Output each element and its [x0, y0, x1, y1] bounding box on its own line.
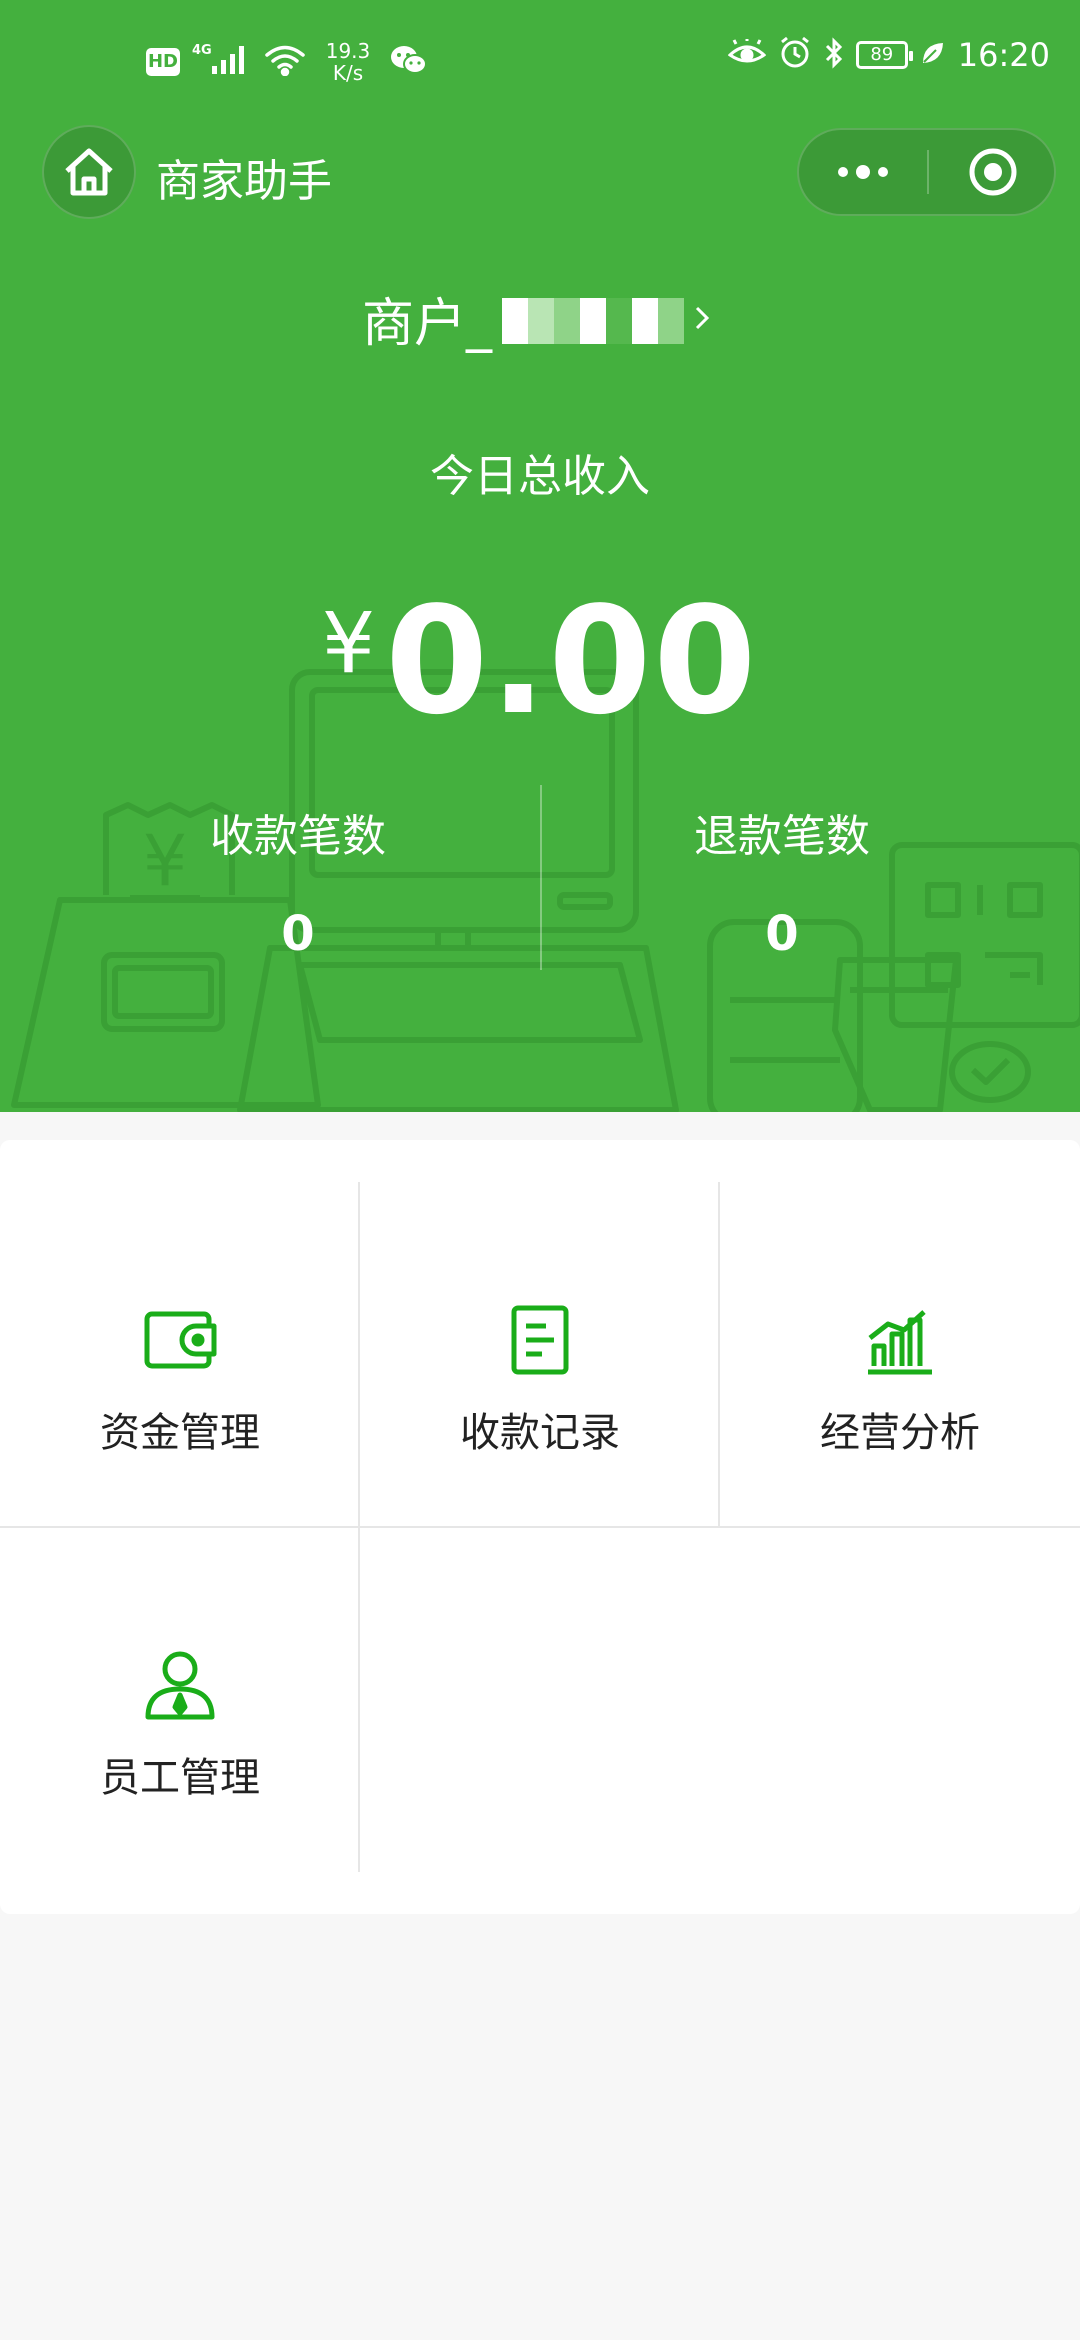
more-button[interactable]: [799, 130, 927, 214]
signal-icon: 4G: [192, 42, 252, 82]
hd-badge: HD: [146, 48, 180, 76]
more-dots-icon: [838, 165, 888, 179]
grid-divider: [718, 1182, 720, 1527]
home-icon: [65, 148, 113, 196]
grid-divider: [0, 1526, 1080, 1528]
payment-count-value: 0: [281, 906, 315, 962]
status-left: HD 4G 19.3 K/s: [146, 40, 428, 84]
bluetooth-icon: [824, 36, 844, 74]
net-speed: 19.3 K/s: [318, 40, 378, 84]
eye-icon: [727, 37, 767, 71]
status-bar: HD 4G 19.3 K/s 89 16:20: [0, 30, 1080, 100]
document-icon: [511, 1305, 569, 1375]
battery-indicator: 89: [855, 41, 913, 69]
wallet-icon: [144, 1311, 217, 1369]
function-menu-grid: 资金管理 收款记录 经营分析 员工管理: [0, 1140, 1080, 1914]
refund-count-value: 0: [765, 906, 799, 962]
menu-item-label: 员工管理: [100, 1755, 260, 1801]
net-speed-unit: K/s: [332, 61, 364, 85]
menu-item-label: 收款记录: [460, 1410, 620, 1456]
today-income-label: 今日总收入: [430, 451, 650, 502]
staff-icon: [145, 1651, 215, 1720]
clock-time: 16:20: [957, 36, 1050, 74]
chevron-right-icon: [695, 306, 710, 330]
today-income-amount: ¥0.00: [0, 575, 1080, 747]
page-title: 商家助手: [156, 156, 332, 207]
merchant-name: 商户_: [362, 293, 493, 354]
wifi-icon: [264, 44, 306, 80]
payment-count-stat: 收款笔数 0: [118, 800, 478, 962]
currency-symbol: ¥: [321, 594, 376, 692]
amount-value: 0.00: [385, 575, 759, 747]
menu-item-business-analysis[interactable]: 经营分析: [720, 1182, 1080, 1527]
mini-program-capsule: [797, 128, 1056, 216]
menu-item-label: 资金管理: [100, 1410, 260, 1456]
redacted-merchant-id: [502, 298, 685, 344]
payment-count-label: 收款笔数: [210, 811, 386, 862]
menu-item-staff-management[interactable]: 员工管理: [0, 1527, 360, 1872]
leaf-icon: [920, 40, 946, 70]
net-speed-value: 19.3: [325, 39, 371, 63]
menu-item-label: 经营分析: [820, 1410, 980, 1456]
refund-count-stat: 退款笔数 0: [602, 800, 962, 962]
wechat-icon: [390, 44, 428, 80]
merchant-selector[interactable]: 商户_: [362, 288, 710, 354]
bar-chart-icon: [868, 1310, 932, 1375]
status-right: 89 16:20: [727, 36, 1050, 74]
menu-item-payment-records[interactable]: 收款记录: [360, 1182, 720, 1527]
refund-count-label: 退款笔数: [694, 811, 870, 862]
network-type: 4G: [192, 43, 212, 58]
home-button[interactable]: [42, 125, 136, 219]
menu-item-fund-management[interactable]: 资金管理: [0, 1182, 360, 1527]
dashboard-header: ¥ HD 4G 19.3 K/s 89 16:20 商家助手 商户_ 今日总收入…: [0, 0, 1080, 1112]
target-circle-icon: [969, 148, 1016, 196]
alarm-icon: [778, 36, 812, 74]
close-mini-program-button[interactable]: [929, 130, 1056, 214]
stats-divider: [540, 785, 542, 970]
